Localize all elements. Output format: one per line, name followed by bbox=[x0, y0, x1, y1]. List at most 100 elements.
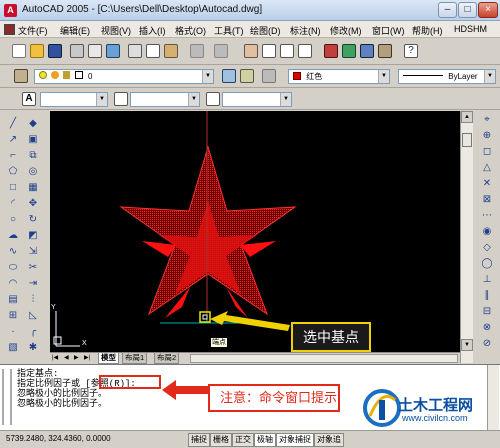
horizontal-scrollbar[interactable] bbox=[190, 354, 458, 363]
revcloud-icon[interactable]: ☁ bbox=[6, 229, 20, 243]
dim-style-dropdown[interactable]: ▼ bbox=[130, 92, 200, 107]
snap-tangent-icon[interactable]: ◯ bbox=[480, 257, 494, 271]
polar-toggle[interactable]: 极轴 bbox=[254, 433, 276, 447]
snap-endpoint-icon[interactable]: ◻ bbox=[480, 145, 494, 159]
snap-midpoint-icon[interactable]: △ bbox=[480, 161, 494, 175]
chevron-down-icon[interactable]: ▼ bbox=[378, 70, 389, 83]
ellipse-icon[interactable]: ⬭ bbox=[6, 261, 20, 275]
fillet-icon[interactable]: ╭ bbox=[26, 325, 40, 339]
explode-icon[interactable]: ✱ bbox=[26, 341, 40, 355]
snap-parallel-icon[interactable]: ∥ bbox=[480, 289, 494, 303]
tab-nav-next-icon[interactable]: ▶ bbox=[74, 353, 79, 363]
scale-icon[interactable]: ◩ bbox=[26, 229, 40, 243]
menu-edit[interactable]: 编辑(E) bbox=[60, 24, 90, 37]
chevron-down-icon[interactable]: ▼ bbox=[484, 70, 495, 83]
undo-icon[interactable] bbox=[190, 44, 204, 58]
properties-icon[interactable] bbox=[324, 44, 338, 58]
menu-insert[interactable]: 插入(I) bbox=[139, 24, 166, 37]
insert-block-icon[interactable]: ▤ bbox=[6, 293, 20, 307]
polyline-icon[interactable]: ⌐ bbox=[6, 149, 20, 163]
preview-icon[interactable] bbox=[88, 44, 102, 58]
drawing-area[interactable]: Y X 端点 bbox=[50, 111, 460, 352]
layer-manager-icon[interactable] bbox=[14, 69, 28, 83]
match-layer-icon[interactable] bbox=[262, 69, 276, 83]
snap-insert-icon[interactable]: ⊟ bbox=[480, 305, 494, 319]
coordinate-readout[interactable]: 5739.2480, 324.4360, 0.0000 bbox=[6, 434, 111, 443]
extend-icon[interactable]: ⇥ bbox=[26, 277, 40, 291]
zoom-previous-icon[interactable] bbox=[298, 44, 312, 58]
tab-nav-last-icon[interactable]: ▶| bbox=[84, 353, 90, 363]
copy-icon[interactable] bbox=[146, 44, 160, 58]
copy-object-icon[interactable]: ▣ bbox=[26, 133, 40, 147]
line-icon[interactable]: ╱ bbox=[6, 117, 20, 131]
chamfer-icon[interactable]: ◺ bbox=[26, 309, 40, 323]
stretch-icon[interactable]: ⇲ bbox=[26, 245, 40, 259]
ortho-toggle[interactable]: 正交 bbox=[232, 433, 254, 447]
rectangle-icon[interactable]: □ bbox=[6, 181, 20, 195]
chevron-down-icon[interactable]: ▼ bbox=[280, 93, 291, 106]
offset-icon[interactable]: ◎ bbox=[26, 165, 40, 179]
snap-node-icon[interactable]: ⊗ bbox=[480, 321, 494, 335]
help-icon[interactable]: ? bbox=[404, 44, 418, 58]
menu-hdshm[interactable]: HDSHM bbox=[454, 24, 487, 34]
move-icon[interactable]: ✥ bbox=[26, 197, 40, 211]
tab-model[interactable]: 模型 bbox=[98, 353, 119, 364]
menu-help[interactable]: 帮助(H) bbox=[412, 24, 443, 37]
design-center-icon[interactable] bbox=[342, 44, 356, 58]
menu-view[interactable]: 视图(V) bbox=[101, 24, 131, 37]
erase-icon[interactable]: ◆ bbox=[26, 117, 40, 131]
menu-format[interactable]: 格式(O) bbox=[175, 24, 206, 37]
paste-icon[interactable] bbox=[164, 44, 178, 58]
make-block-icon[interactable]: ⊞ bbox=[6, 309, 20, 323]
ellipse-arc-icon[interactable]: ◠ bbox=[6, 277, 20, 291]
snap-from-icon[interactable]: ⊕ bbox=[480, 129, 494, 143]
break-icon[interactable]: ⫶ bbox=[26, 293, 40, 307]
table-style-dropdown[interactable]: ▼ bbox=[222, 92, 292, 107]
make-current-icon[interactable] bbox=[222, 69, 236, 83]
snap-quadrant-icon[interactable]: ◇ bbox=[480, 241, 494, 255]
zoom-realtime-icon[interactable] bbox=[262, 44, 276, 58]
save-icon[interactable] bbox=[48, 44, 62, 58]
grid-toggle[interactable]: 栅格 bbox=[210, 433, 232, 447]
menu-file[interactable]: 文件(F) bbox=[18, 24, 48, 37]
tab-layout1[interactable]: 布局1 bbox=[122, 353, 148, 364]
polygon-icon[interactable]: ⬠ bbox=[6, 165, 20, 179]
dim-style-icon[interactable] bbox=[114, 92, 128, 106]
menu-modify[interactable]: 修改(M) bbox=[330, 24, 362, 37]
rotate-icon[interactable]: ↻ bbox=[26, 213, 40, 227]
snap-apparent-icon[interactable]: ⊠ bbox=[480, 193, 494, 207]
snap-extension-icon[interactable]: ⋯ bbox=[480, 209, 494, 223]
close-button[interactable]: × bbox=[478, 2, 498, 18]
point-icon[interactable]: · bbox=[6, 325, 20, 339]
mirror-icon[interactable]: ⧉ bbox=[26, 149, 40, 163]
layer-previous-icon[interactable] bbox=[240, 69, 254, 83]
calculator-icon[interactable] bbox=[378, 44, 392, 58]
menu-dimension[interactable]: 标注(N) bbox=[290, 24, 321, 37]
arc-icon[interactable]: ◜ bbox=[6, 197, 20, 211]
publish-icon[interactable] bbox=[106, 44, 120, 58]
tab-nav-prev-icon[interactable]: ◀ bbox=[64, 353, 69, 363]
menu-tools[interactable]: 工具(T) bbox=[214, 24, 244, 37]
snap-toggle[interactable]: 捕捉 bbox=[188, 433, 210, 447]
spline-icon[interactable]: ∿ bbox=[6, 245, 20, 259]
chevron-down-icon[interactable]: ▼ bbox=[96, 93, 107, 106]
redo-icon[interactable] bbox=[214, 44, 228, 58]
chevron-down-icon[interactable]: ▼ bbox=[188, 93, 199, 106]
menu-draw[interactable]: 绘图(D) bbox=[250, 24, 281, 37]
snap-intersection-icon[interactable]: ✕ bbox=[480, 177, 494, 191]
color-dropdown[interactable]: 红色 ▼ bbox=[288, 69, 390, 84]
tool-palette-icon[interactable] bbox=[360, 44, 374, 58]
zoom-window-icon[interactable] bbox=[280, 44, 294, 58]
osnap-toggle[interactable]: 对象捕捉 bbox=[276, 433, 314, 447]
pan-icon[interactable] bbox=[244, 44, 258, 58]
layer-dropdown[interactable]: 0 ▼ bbox=[34, 69, 214, 84]
snap-none-icon[interactable]: ⊘ bbox=[480, 337, 494, 351]
minimize-button[interactable]: – bbox=[438, 2, 457, 18]
temp-track-icon[interactable]: ⌖ bbox=[480, 113, 494, 127]
maximize-button[interactable]: □ bbox=[458, 2, 477, 18]
linetype-dropdown[interactable]: ByLayer ▼ bbox=[398, 69, 496, 84]
print-icon[interactable] bbox=[70, 44, 84, 58]
command-window-grip[interactable] bbox=[2, 369, 12, 425]
text-style-dropdown[interactable]: ▼ bbox=[40, 92, 108, 107]
command-scrollbar[interactable] bbox=[487, 365, 499, 430]
